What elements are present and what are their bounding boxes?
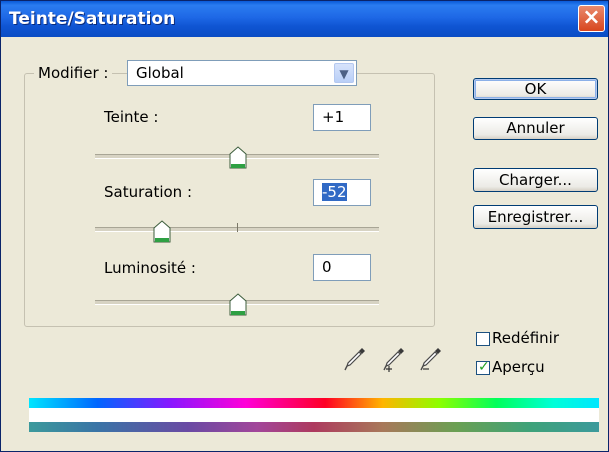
hue-saturation-dialog: Teinte/Saturation × Modifier : Global ▼ … [0, 0, 609, 452]
chevron-down-icon[interactable]: ▼ [334, 63, 354, 83]
load-button[interactable]: Charger... [473, 168, 598, 192]
color-bar-separator [29, 408, 599, 422]
luminosite-slider-thumb[interactable] [229, 293, 247, 317]
colorize-label[interactable]: Redéfinir [492, 329, 559, 347]
saturation-slider-thumb[interactable] [153, 220, 171, 244]
cancel-button[interactable]: Annuler [473, 117, 598, 140]
checkmark-icon: ✓ [478, 359, 490, 375]
ok-button[interactable]: OK [473, 78, 598, 100]
modifier-value: Global [136, 64, 184, 82]
modifier-select[interactable]: Global ▼ [127, 60, 357, 86]
saturation-value: -52 [322, 183, 347, 201]
eyedropper-icon[interactable] [343, 346, 367, 372]
teinte-label: Teinte : [104, 108, 159, 126]
luminosite-input[interactable]: 0 [313, 254, 371, 281]
save-button[interactable]: Enregistrer... [473, 205, 598, 229]
teinte-slider-thumb[interactable] [229, 146, 247, 170]
modifier-label: Modifier : [34, 64, 113, 82]
saturation-center-tick [237, 223, 238, 232]
input-color-bar [29, 398, 599, 408]
preview-label[interactable]: Aperçu [492, 358, 545, 376]
teinte-input[interactable]: +1 [313, 104, 371, 131]
saturation-label: Saturation : [104, 183, 193, 201]
output-color-bar [29, 422, 599, 432]
preview-checkbox[interactable]: ✓ [476, 359, 490, 375]
window-title: Teinte/Saturation [9, 9, 176, 29]
luminosite-label: Luminosité : [104, 259, 196, 277]
eyedropper-minus-icon[interactable] [419, 346, 443, 372]
close-icon: × [582, 5, 601, 30]
eyedropper-plus-icon[interactable] [382, 346, 406, 372]
adjustment-group [24, 73, 435, 327]
colorize-checkbox[interactable] [476, 332, 490, 346]
title-bar[interactable]: Teinte/Saturation × [1, 1, 608, 37]
saturation-input[interactable]: -52 [313, 179, 371, 206]
close-button[interactable]: × [578, 5, 605, 32]
